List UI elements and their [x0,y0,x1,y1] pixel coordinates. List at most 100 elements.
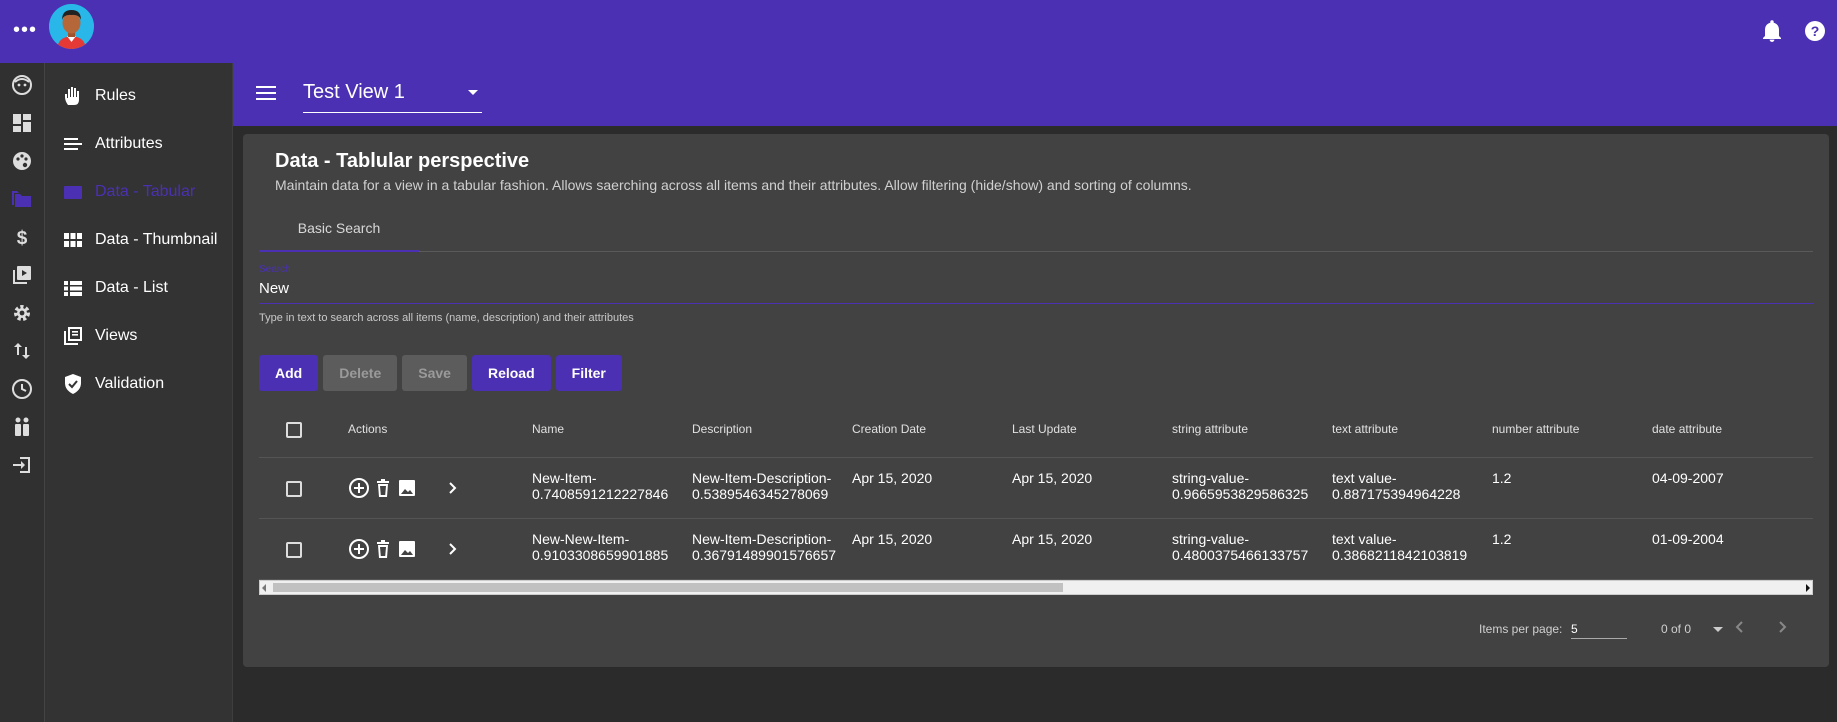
import-export-icon[interactable] [11,340,33,362]
list-icon [62,277,84,299]
search-label: Search [259,264,291,275]
library-icon [62,325,84,347]
image-icon[interactable] [396,538,418,560]
page-title: Data - Tablular perspective [275,150,530,172]
table-header-row: Actions Name Description Creation Date L… [259,402,1813,458]
sidebar-item-rules[interactable]: Rules [62,81,232,111]
palette-icon[interactable] [11,150,33,172]
column-header-string-attribute[interactable]: string attribute [1172,422,1248,436]
row-checkbox[interactable] [286,481,302,497]
table-row: New-Item- 0.7408591212227846 New-Item-Des… [259,458,1813,519]
date-attribute-cell: 01-09-2004 [1652,531,1724,547]
reload-button[interactable]: Reload [471,355,551,391]
dollar-icon[interactable]: $ [11,226,33,248]
name-cell: New-New-Item- 0.9103308659901885 [532,531,669,563]
column-header-last-update[interactable]: Last Update [1012,422,1077,436]
delete-button[interactable]: Delete [323,355,398,391]
column-header-description[interactable]: Description [692,422,752,436]
items-per-page-label: Items per page: [1479,622,1563,636]
folders-icon[interactable] [11,188,33,210]
search-input[interactable] [259,276,1813,300]
date-attribute-cell: 04-09-2007 [1652,470,1724,486]
app-bar: ••• ? [0,0,1837,63]
previous-page-icon[interactable] [1732,619,1748,635]
row-checkbox[interactable] [286,542,302,558]
action-buttons: Add Delete Save Reload Filter [259,355,627,391]
chevron-right-icon[interactable] [442,538,464,560]
search-hint: Type in text to search across all items … [259,312,634,324]
column-header-creation-date[interactable]: Creation Date [852,422,926,436]
tab-bar: Basic Search [259,204,1813,252]
page-size-select[interactable]: 5 [1571,617,1627,639]
hand-icon [62,85,84,107]
delete-icon[interactable] [372,477,394,499]
creation-date-cell: Apr 15, 2020 [852,470,933,486]
page-range-label: 0 of 0 [1661,622,1692,636]
scroll-right-arrow-icon[interactable] [1806,584,1810,592]
help-icon[interactable]: ? [1804,20,1826,42]
icon-rail: $ [0,63,45,722]
filter-button[interactable]: Filter [555,355,622,391]
search-field: Search [259,264,1813,304]
horizontal-scrollbar[interactable] [259,580,1813,595]
image-icon[interactable] [396,477,418,499]
shield-check-icon [62,373,84,395]
save-button[interactable]: Save [402,355,467,391]
sidebar-item-views[interactable]: Views [62,321,232,351]
notifications-bell-icon[interactable] [1762,20,1782,42]
data-table: Actions Name Description Creation Date L… [259,402,1813,580]
video-library-icon[interactable] [11,264,33,286]
add-button[interactable]: Add [259,355,319,391]
column-header-text-attribute[interactable]: text attribute [1332,422,1398,436]
select-all-checkbox[interactable] [286,422,302,438]
scrollbar-thumb[interactable] [273,583,1063,592]
chevron-down-icon [468,90,478,95]
sidebar-item-data-thumbnail[interactable]: Data - Thumbnail [62,225,232,255]
paginator: Items per page: 5 0 of 0 [243,614,1829,644]
clock-icon[interactable] [11,378,33,400]
avatar[interactable] [49,4,94,49]
column-header-date-attribute[interactable]: date attribute [1652,422,1722,436]
sidebar-item-label: Data - Tabular [95,183,196,200]
description-cell: New-Item-Description- 0.36791489901576657 [692,531,837,563]
view-select[interactable]: Test View 1 [303,75,482,113]
dashboard-icon[interactable] [11,112,33,134]
column-header-actions: Actions [348,422,388,436]
last-update-cell: Apr 15, 2020 [1012,531,1093,547]
table-icon [62,181,84,203]
description-cell: New-Item-Description- 0.5389546345278069 [692,470,832,502]
data-tabular-card: Data - Tablular perspective Maintain dat… [243,134,1829,667]
next-page-icon[interactable] [1774,619,1790,635]
sidebar-item-data-list[interactable]: Data - List [62,273,232,303]
people-icon[interactable] [11,416,33,438]
scroll-left-arrow-icon[interactable] [262,584,266,592]
sidebar-item-attributes[interactable]: Attributes [62,129,232,159]
sidebar: Rules Attributes Data - Tabular Data - T… [45,63,233,722]
sidebar-item-label: Attributes [95,135,163,152]
face-icon[interactable] [11,74,33,96]
column-header-name[interactable]: Name [532,422,564,436]
text-attribute-cell: text value- 0.3868211842103819 [1332,531,1468,563]
delete-icon[interactable] [372,538,394,560]
login-icon[interactable] [11,454,33,476]
sidebar-item-label: Rules [95,87,136,104]
settings-gear-icon[interactable] [11,302,33,324]
tab-basic-search[interactable]: Basic Search [259,204,419,252]
number-attribute-cell: 1.2 [1492,531,1512,547]
table-row: New-New-Item- 0.9103308659901885 New-Item… [259,519,1813,580]
name-cell: New-Item- 0.7408591212227846 [532,470,669,502]
column-header-number-attribute[interactable]: number attribute [1492,422,1579,436]
view-toolbar: Test View 1 [233,63,1837,126]
page-subtitle: Maintain data for a view in a tabular fa… [275,177,1192,193]
chevron-right-icon[interactable] [442,477,464,499]
svg-text:?: ? [1811,23,1820,39]
hamburger-menu-icon[interactable] [256,85,276,101]
number-attribute-cell: 1.2 [1492,470,1512,486]
add-circle-icon[interactable] [348,477,370,499]
more-menu-icon[interactable]: ••• [13,20,37,40]
sidebar-item-validation[interactable]: Validation [62,369,232,399]
sidebar-item-data-tabular[interactable]: Data - Tabular [62,177,232,207]
chevron-down-icon [1713,627,1723,632]
svg-text:$: $ [17,228,28,248]
add-circle-icon[interactable] [348,538,370,560]
